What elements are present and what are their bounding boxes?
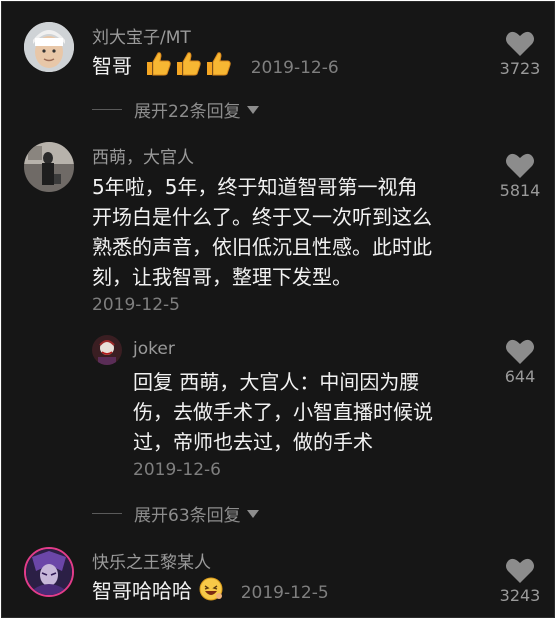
comment-panel: 刘大宝子/MT 智哥 2019-12-6 3723 展开22条回复 西萌，大官人…: [1, 1, 555, 618]
comment-date: 2019-12-5: [92, 295, 180, 315]
like-count: 644: [504, 367, 536, 386]
avatar[interactable]: [24, 22, 74, 72]
heart-icon: [506, 153, 534, 178]
like-count: 3243: [499, 586, 541, 605]
comment-date: 2019-12-5: [240, 583, 329, 603]
comment-date: 2019-12-6: [250, 58, 339, 78]
comment-text: 智哥哈哈哈: [92, 579, 192, 603]
reply-username[interactable]: joker: [133, 339, 175, 359]
reply-text-line: 回复 西萌，大官人：中间因为腰: [133, 370, 420, 394]
comment-text-line: 刻，让我智哥，整理下发型。: [92, 265, 352, 289]
reply-text-line: 过，帝师也去过，做的手术: [133, 430, 373, 454]
expand-label: 展开22条回复: [134, 102, 241, 122]
like-button[interactable]: 3243: [490, 557, 550, 605]
laughing-emoji: [198, 577, 232, 603]
heart-icon: [506, 31, 534, 56]
like-button[interactable]: 3723: [490, 30, 550, 78]
comment-text-line: 熟悉的声音，依旧低沉且性感。此时此: [92, 235, 432, 259]
like-count: 5814: [499, 181, 541, 200]
heart-icon: [506, 558, 534, 583]
expand-label: 展开63条回复: [134, 506, 241, 526]
comment-text: 5年啦，5年，终于知道智哥第一视角 开场白是什么了。终于又一次听到这么 熟悉的声…: [92, 172, 492, 292]
like-count: 3723: [499, 59, 541, 78]
comment-body: 智哥哈哈哈 2019-12-5: [92, 576, 329, 608]
reply-text-line: 伤，去做手术了，小智直播时候说: [133, 400, 433, 424]
comment-text: 智哥: [92, 54, 132, 78]
comment-text-line: 开场白是什么了。终于又一次听到这么: [92, 205, 432, 229]
reply-text: 回复 西萌，大官人：中间因为腰 伤，去做手术了，小智直播时候说 过，帝师也去过，…: [133, 367, 483, 457]
heart-icon: [506, 339, 534, 364]
divider-line: [92, 513, 122, 514]
avatar[interactable]: [24, 142, 74, 192]
comment-text-line: 5年啦，5年，终于知道智哥第一视角: [92, 175, 418, 199]
avatar[interactable]: [92, 335, 122, 365]
comment-body: 智哥 2019-12-6: [92, 51, 339, 83]
expand-replies-button[interactable]: 展开63条回复: [92, 501, 259, 526]
comment-username[interactable]: 西萌，大官人: [92, 143, 194, 168]
comment-username[interactable]: 刘大宝子/MT: [92, 23, 191, 48]
comment-username[interactable]: 快乐之王黎某人: [92, 548, 211, 573]
reply-date: 2019-12-6: [133, 460, 221, 480]
like-button[interactable]: 644: [490, 338, 550, 386]
expand-replies-button[interactable]: 展开22条回复: [92, 97, 259, 122]
divider-line: [92, 109, 122, 110]
like-button[interactable]: 5814: [490, 152, 550, 200]
thumbs-up-emoji: [144, 52, 240, 78]
avatar[interactable]: [24, 547, 74, 597]
caret-down-icon: [246, 105, 259, 114]
caret-down-icon: [246, 509, 259, 518]
